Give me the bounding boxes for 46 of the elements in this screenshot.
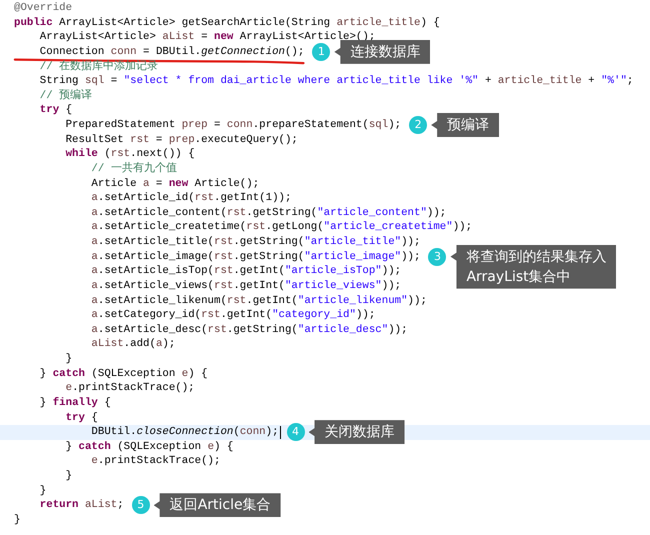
code-line: } <box>64 469 72 484</box>
code-line: e.printStackTrace(); <box>64 381 195 396</box>
code-line: PreparedStatement prep = conn.prepareStatement(sql); <box>64 118 402 133</box>
step-badge: 4 <box>286 423 305 442</box>
code-line: a.setArticle_views(rst.getInt("article_views")); <box>90 278 402 294</box>
callout-label: 连接数据库 <box>334 40 430 64</box>
code-line: a.setArticle_title(rst.getString("article_title")); <box>90 235 420 250</box>
callout-label: 关闭数据库 <box>308 420 405 444</box>
code-line: } catch (SQLException e) { <box>38 366 208 382</box>
code-line: @Override <box>14 1 72 16</box>
code-line: // 预编译 <box>38 88 92 104</box>
code-line: a.setArticle_content(rst.getString("article_content")); <box>90 206 446 220</box>
code-line: a.setArticle_id(rst.getInt(1)); <box>90 191 292 206</box>
callout-label: 返回Article集合 <box>154 493 281 518</box>
code-line: Article a = new Article(); <box>90 176 260 192</box>
code-line: ResultSet rst = prep.executeQuery(); <box>64 132 298 148</box>
code-line: a.setArticle_createtime(rst.getLong("article_createtime")); <box>90 220 472 235</box>
step-badge: 5 <box>132 496 150 514</box>
callout-label: 预编译 <box>431 113 500 137</box>
code-line: a.setArticle_image(rst.getString("article_image")); <box>90 250 420 264</box>
code-line: // 一共有九个值 <box>90 162 177 176</box>
code-line: e.printStackTrace(); <box>90 454 220 469</box>
code-line: String sql = "select * from dai_article where article_title like '%" + article_title + "%'"; <box>38 74 634 89</box>
code-line: } <box>14 512 20 528</box>
code-line: while (rst.next()) { <box>64 147 195 162</box>
code-line: a.setArticle_isTop(rst.getInt("article_isTop")); <box>90 264 402 279</box>
code-line: a.setCategory_id(rst.getInt("category_id")); <box>90 308 376 323</box>
code-line: aList.add(a); <box>90 337 176 352</box>
code-line: DBUtil.closeConnection(conn); <box>90 425 279 440</box>
callout-label: 将查询到的结果集存入 ArrayList集合中 <box>450 244 616 289</box>
code-line: a.setArticle_desc(rst.getString("article_desc")); <box>90 322 408 338</box>
code-line: return aList; <box>38 498 124 513</box>
code-line: } <box>64 352 72 367</box>
code-line: } catch (SQLException e) { <box>64 440 234 454</box>
code-line: try { <box>38 103 72 118</box>
step-badge: 2 <box>409 116 428 134</box>
step-badge: 3 <box>428 248 446 266</box>
code-line: a.setArticle_likenum(rst.getInt("article_likenum")); <box>90 294 427 308</box>
text-cursor <box>280 426 281 440</box>
code-line: public ArrayList<Article> getSearchArticle(String article_title) { <box>14 16 440 30</box>
code-line: } <box>38 484 46 498</box>
step-badge: 1 <box>312 42 330 61</box>
code-line: } finally { <box>38 396 111 410</box>
code-line: Connection conn = DBUtil.getConnection(); <box>38 44 304 60</box>
code-line: // 在数据库中添加记录 <box>38 60 158 74</box>
code-line: try { <box>64 410 98 426</box>
